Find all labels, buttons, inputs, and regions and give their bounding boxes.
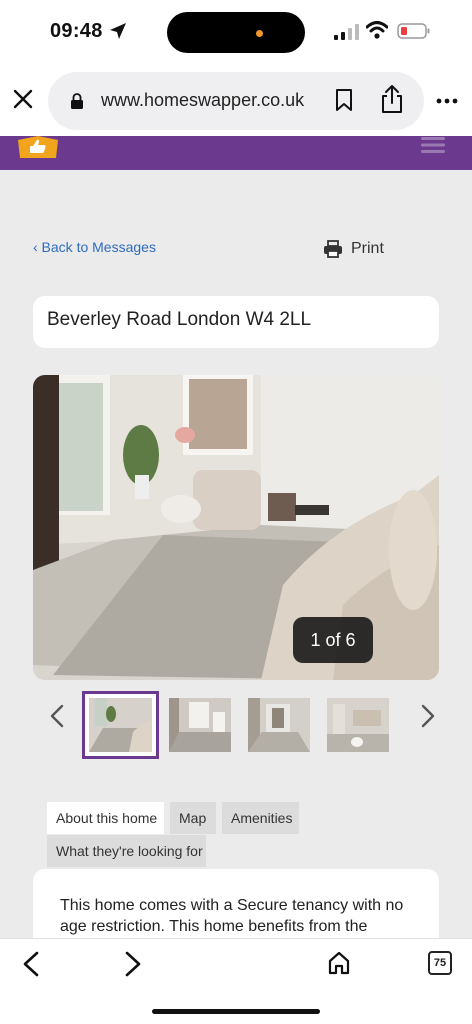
forward-icon[interactable]: [124, 951, 142, 977]
tab-what-theyre-looking-for[interactable]: What they're looking for: [47, 835, 206, 867]
tabs-icon[interactable]: 75: [428, 951, 452, 975]
tab-amenities[interactable]: Amenities: [222, 802, 299, 834]
share-icon[interactable]: [380, 84, 404, 114]
property-photo[interactable]: [33, 375, 439, 680]
home-indicator: [152, 1009, 320, 1014]
dynamic-island: [167, 12, 305, 53]
printer-icon: [324, 240, 342, 258]
recording-indicator: [256, 30, 263, 37]
back-icon[interactable]: [22, 951, 40, 977]
photo-thumbnail-3[interactable]: [248, 698, 310, 752]
home-icon[interactable]: [327, 950, 351, 976]
browser-url-bar: www.homeswapper.co.uk: [0, 64, 472, 136]
bookmark-icon[interactable]: [334, 88, 354, 112]
print-label: Print: [351, 240, 384, 257]
lock-icon: [71, 93, 83, 109]
chevron-right-icon[interactable]: [419, 704, 437, 728]
signal-icon: [334, 24, 359, 40]
photo-thumbnail-2[interactable]: [169, 698, 231, 752]
photo-thumbnail-4[interactable]: [327, 698, 389, 752]
property-address: Beverley Road London W4 2LL: [47, 309, 312, 330]
wifi-icon: [366, 21, 388, 39]
status-bar: 09:48: [0, 0, 472, 64]
battery-icon: [397, 23, 430, 39]
more-icon[interactable]: [436, 98, 458, 104]
tab-map[interactable]: Map: [170, 802, 216, 834]
address-card: Beverley Road London W4 2LL: [33, 296, 439, 348]
photo-thumbnail-1[interactable]: [82, 691, 159, 759]
home-description: This home comes with a Secure tenancy wi…: [60, 897, 404, 935]
print-button[interactable]: Print: [323, 238, 384, 260]
location-arrow-icon: [110, 23, 126, 39]
url-text[interactable]: www.homeswapper.co.uk: [101, 90, 304, 111]
tab-about-this-home[interactable]: About this home: [47, 802, 164, 834]
chevron-left-icon[interactable]: [48, 704, 66, 728]
status-time: 09:48: [50, 20, 103, 42]
homeswapper-logo[interactable]: [16, 136, 60, 160]
description-card: This home comes with a Secure tenancy wi…: [33, 869, 439, 949]
menu-icon[interactable]: [421, 137, 445, 153]
photo-counter: 1 of 6: [293, 617, 373, 663]
close-icon[interactable]: [12, 88, 34, 110]
site-header: [0, 136, 472, 170]
back-to-messages-link[interactable]: ‹ Back to Messages: [33, 239, 156, 255]
